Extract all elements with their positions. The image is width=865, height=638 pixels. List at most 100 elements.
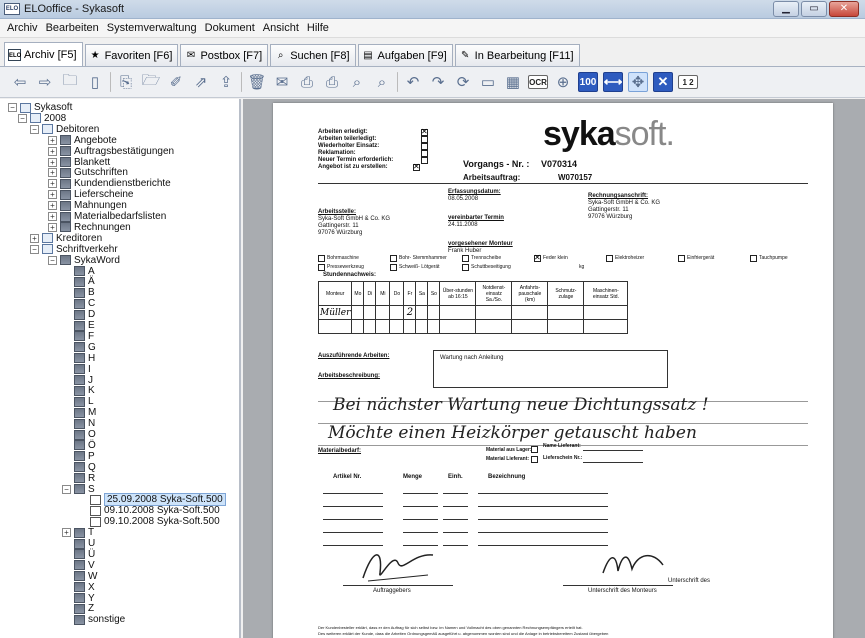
collapse-icon[interactable]: − bbox=[62, 484, 71, 494]
tree-node[interactable]: I bbox=[62, 364, 91, 375]
tree-node[interactable]: A bbox=[62, 266, 95, 277]
tree-node[interactable]: − Schriftverkehr bbox=[30, 244, 118, 255]
tab-in[interactable]: ✎ In Bearbeitung [F11] bbox=[454, 44, 580, 66]
rotate-left-icon[interactable]: ↶ bbox=[403, 72, 423, 92]
tree-node[interactable]: + Lieferscheine bbox=[48, 189, 133, 200]
collapse-icon[interactable]: − bbox=[30, 124, 39, 134]
back-arrow-icon[interactable]: ⇦ bbox=[10, 72, 30, 92]
expand-icon[interactable]: + bbox=[30, 233, 39, 243]
tree-node[interactable]: K bbox=[62, 385, 95, 396]
tree-node[interactable]: + Mahnungen bbox=[48, 200, 127, 211]
tree-node[interactable]: − Debitoren bbox=[30, 124, 99, 135]
expand-icon[interactable]: + bbox=[48, 146, 57, 156]
tree-node[interactable]: + T bbox=[62, 527, 94, 538]
tree-node[interactable]: F bbox=[62, 331, 94, 342]
tree-node[interactable]: sonstige bbox=[62, 614, 125, 625]
tree-node[interactable]: − Sykasoft bbox=[8, 102, 72, 113]
open-folder-icon[interactable]: 🗁 bbox=[141, 72, 161, 92]
tab-favoriten[interactable]: ★ Favoriten [F6] bbox=[84, 44, 179, 66]
expand-icon[interactable]: + bbox=[48, 135, 57, 145]
edit-icon[interactable]: ✐ bbox=[166, 72, 186, 92]
tree-node[interactable]: H bbox=[62, 353, 95, 364]
new-document-icon[interactable]: ▯ bbox=[85, 72, 105, 92]
rotate-right-icon[interactable]: ↷ bbox=[428, 72, 448, 92]
tree-node[interactable]: B bbox=[62, 287, 95, 298]
expand-icon[interactable]: + bbox=[62, 528, 71, 538]
tree-node[interactable]: D bbox=[62, 309, 95, 320]
expand-icon[interactable]: + bbox=[48, 212, 57, 221]
find-next-icon[interactable]: ⌕ bbox=[372, 72, 392, 92]
zoom-in-icon[interactable]: ⊕ bbox=[553, 72, 573, 92]
menu-item[interactable]: Ansicht bbox=[259, 22, 303, 34]
fit-width-icon[interactable]: ⟷ bbox=[603, 72, 623, 92]
tree-node[interactable]: X bbox=[62, 582, 95, 593]
document-viewer[interactable]: sykasoft. Vorgangs - Nr. : V070314 Arbei… bbox=[243, 99, 865, 638]
tree-node[interactable]: C bbox=[62, 298, 95, 309]
tree-node[interactable]: − 2008 bbox=[18, 113, 66, 124]
expand-icon[interactable]: + bbox=[48, 201, 57, 211]
menu-item[interactable]: Archiv bbox=[3, 22, 42, 34]
move-icon[interactable]: ⇗ bbox=[191, 72, 211, 92]
tree-node[interactable]: 25.09.2008 Syka-Soft.500 bbox=[78, 493, 226, 507]
print-icon[interactable]: ⎙ bbox=[297, 72, 317, 92]
fit-page-icon[interactable]: ✥ bbox=[628, 72, 648, 92]
expand-icon[interactable]: + bbox=[48, 190, 57, 200]
tree-node[interactable]: + Blankett bbox=[48, 157, 110, 168]
tree-node[interactable]: U bbox=[62, 538, 95, 549]
tree-node[interactable]: Q bbox=[62, 462, 96, 473]
tree-node[interactable]: E bbox=[62, 320, 95, 331]
tree-node[interactable]: M bbox=[62, 407, 96, 418]
menu-item[interactable]: Dokument bbox=[201, 22, 259, 34]
expand-icon[interactable]: + bbox=[48, 179, 57, 189]
close-button[interactable]: ✕ bbox=[829, 1, 859, 17]
tree-node[interactable]: Y bbox=[62, 593, 95, 604]
tree-node[interactable]: 09.10.2008 Syka-Soft.500 bbox=[78, 516, 220, 527]
trash-icon[interactable]: 🗑 bbox=[247, 72, 267, 92]
forward-arrow-icon[interactable]: ⇨ bbox=[35, 72, 55, 92]
tab-postbox[interactable]: ✉ Postbox [F7] bbox=[180, 44, 269, 66]
tree-node[interactable]: + Rechnungen bbox=[48, 222, 131, 233]
menu-item[interactable]: Hilfe bbox=[303, 22, 333, 34]
collapse-icon[interactable]: − bbox=[30, 244, 39, 254]
expand-icon[interactable]: + bbox=[48, 222, 57, 232]
archive-tree[interactable]: − Sykasoft −2008− Debitoren + Angebote + Auftra… bbox=[0, 99, 241, 638]
collapse-icon[interactable]: − bbox=[8, 103, 17, 112]
tab-aufgaben[interactable]: ▤ Aufgaben [F9] bbox=[357, 44, 453, 66]
scanner-icon[interactable]: ▭ bbox=[478, 72, 498, 92]
tree-node[interactable]: 09.10.2008 Syka-Soft.500 bbox=[78, 505, 220, 516]
new-folder-icon[interactable]: 🗀 bbox=[60, 72, 80, 92]
expand-icon[interactable]: + bbox=[48, 157, 57, 167]
tree-node[interactable]: + Auftragsbestätigungen bbox=[48, 146, 174, 157]
tree-node[interactable]: + Kundendienstberichte bbox=[48, 178, 171, 189]
tree-node[interactable]: + Angebote bbox=[48, 135, 117, 146]
tree-node[interactable]: + Kreditoren bbox=[30, 233, 102, 244]
close-doc-icon[interactable]: ✕ bbox=[653, 72, 673, 92]
mail-icon[interactable]: ✉ bbox=[272, 72, 292, 92]
collapse-icon[interactable]: − bbox=[18, 113, 27, 123]
tree-node[interactable]: Z bbox=[62, 603, 94, 614]
maximize-button[interactable]: ▭ bbox=[801, 1, 827, 17]
tree-node[interactable]: L bbox=[62, 396, 94, 407]
minimize-button[interactable]: ▁ bbox=[773, 1, 799, 17]
zoom-100-icon[interactable]: 100 bbox=[578, 72, 598, 92]
tree-node[interactable]: + Materialbedarfslisten bbox=[48, 211, 166, 222]
export-icon[interactable]: ⇪ bbox=[216, 72, 236, 92]
tree-node[interactable]: + Gutschriften bbox=[48, 167, 128, 178]
tree-node[interactable]: W bbox=[62, 571, 97, 582]
print-preview-icon[interactable]: ⎙ bbox=[322, 72, 342, 92]
grid-icon[interactable]: ▦ bbox=[503, 72, 523, 92]
tree-node[interactable]: P bbox=[62, 451, 95, 462]
tree-node[interactable]: N bbox=[62, 418, 95, 429]
menu-item[interactable]: Systemverwaltung bbox=[103, 22, 201, 34]
menu-item[interactable]: Bearbeiten bbox=[42, 22, 103, 34]
tree-node[interactable]: − S bbox=[62, 484, 95, 495]
insert-document-icon[interactable]: ⎘ bbox=[116, 72, 136, 92]
tree-node[interactable]: Ä bbox=[62, 276, 95, 287]
tree-node[interactable]: J bbox=[62, 375, 93, 386]
tree-node[interactable]: − SykaWord bbox=[48, 255, 120, 266]
refresh-icon[interactable]: ⟳ bbox=[453, 72, 473, 92]
tree-node[interactable]: R bbox=[62, 473, 95, 484]
expand-icon[interactable]: + bbox=[48, 168, 57, 178]
tree-node[interactable]: O bbox=[62, 429, 96, 440]
ocr-icon[interactable]: OCR bbox=[528, 75, 548, 89]
